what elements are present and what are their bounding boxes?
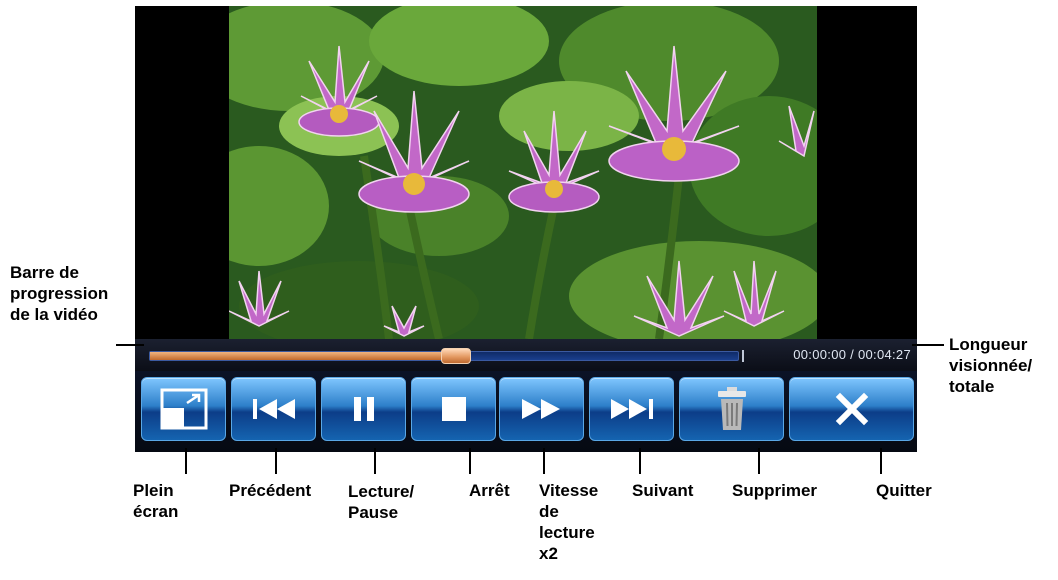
trash-icon xyxy=(715,386,749,432)
previous-button[interactable] xyxy=(231,377,316,441)
delete-button[interactable] xyxy=(679,377,784,441)
stop-label: Arrêt xyxy=(469,481,510,500)
fullscreen-icon xyxy=(159,387,209,431)
pause-icon xyxy=(349,394,379,424)
length-label: Longueur visionnée/ totale xyxy=(949,335,1033,396)
stop-icon xyxy=(439,394,469,424)
video-frame[interactable] xyxy=(229,6,817,339)
play-pause-button[interactable] xyxy=(321,377,406,441)
quit-label: Quitter xyxy=(876,481,932,500)
delete-label: Supprimer xyxy=(732,481,818,500)
progress-thumb[interactable] xyxy=(440,348,471,364)
stop-button[interactable] xyxy=(411,377,496,441)
progress-fill xyxy=(150,352,456,360)
next-label: Suivant xyxy=(632,481,694,500)
stop-leader-line xyxy=(469,448,471,474)
delete-leader-line xyxy=(758,448,760,474)
progress-area: 00:00:00 / 00:04:27 xyxy=(135,339,917,371)
length-leader-line xyxy=(912,344,944,346)
video-image xyxy=(229,6,817,339)
quit-button[interactable] xyxy=(789,377,914,441)
play-pause-label: Lecture/ Pause xyxy=(348,482,415,522)
video-progress-bar[interactable] xyxy=(149,348,744,364)
progress-leader-line xyxy=(116,344,144,346)
next-leader-line xyxy=(639,448,641,474)
fast-forward-button[interactable] xyxy=(499,377,584,441)
speed-leader-line xyxy=(543,448,545,474)
skip-back-icon xyxy=(249,394,299,424)
speed-label: Vitesse de lecture x2 xyxy=(539,481,599,563)
next-button[interactable] xyxy=(589,377,674,441)
fullscreen-leader-line xyxy=(185,448,187,474)
fullscreen-button[interactable] xyxy=(141,377,226,441)
play-pause-leader-line xyxy=(374,448,376,474)
fast-forward-icon xyxy=(519,394,565,424)
video-screen: 00:00:00 / 00:04:27 xyxy=(135,6,917,371)
close-icon xyxy=(835,392,869,426)
progress-bar-label: Barre de progression de la vidéo xyxy=(10,263,109,324)
quit-leader-line xyxy=(880,448,882,474)
control-toolbar xyxy=(135,371,917,452)
skip-forward-icon xyxy=(607,394,657,424)
previous-leader-line xyxy=(275,448,277,474)
fullscreen-label: Plein écran xyxy=(133,481,179,521)
progress-end-marker xyxy=(742,350,744,362)
time-display: 00:00:00 / 00:04:27 xyxy=(793,347,911,362)
previous-label: Précédent xyxy=(229,481,312,500)
